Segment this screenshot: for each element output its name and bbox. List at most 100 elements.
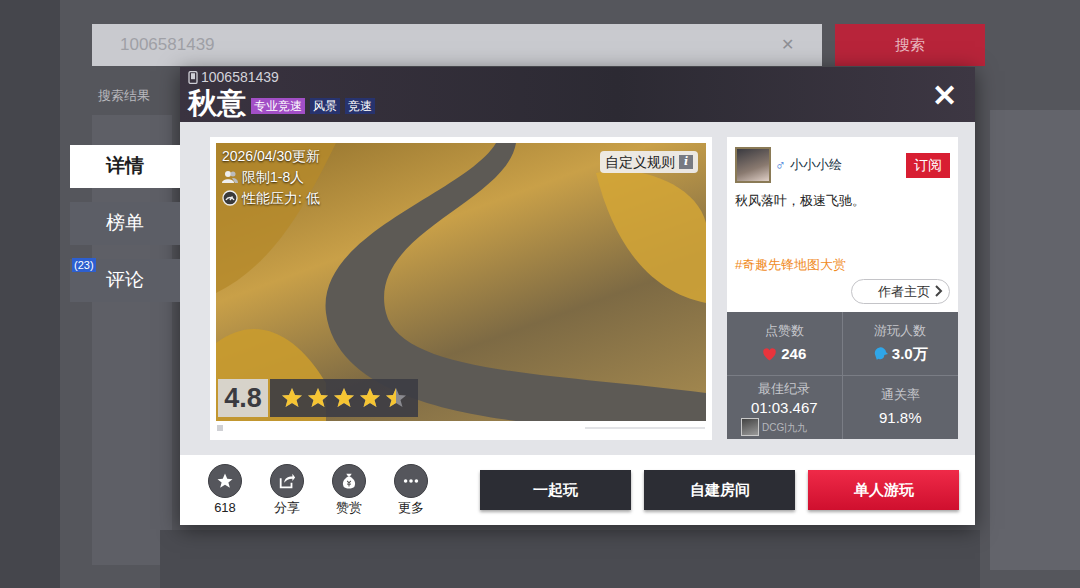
action-label[interactable]: 分享 (274, 500, 300, 516)
side-tab[interactable]: 评论 (23) (70, 259, 180, 302)
search-text[interactable]: 1006581439 (120, 32, 773, 58)
stars-box (270, 379, 418, 417)
best-record: 01:03.467 (751, 400, 818, 416)
author-avatar[interactable] (735, 147, 771, 183)
preview-strip (216, 421, 706, 434)
map-tag: 竞速 (345, 98, 375, 114)
button-label[interactable]: 自建房间 (690, 479, 750, 502)
likes-count: 246 (781, 343, 806, 366)
star-filled-icon (280, 386, 304, 410)
map-title: 秋意 (188, 86, 246, 120)
rating-box: 4.8 (218, 379, 418, 417)
map-tag: 风景 (310, 98, 340, 114)
stars-fill (280, 386, 396, 410)
map-detail-dialog: 1006581439秋意专业竞速风景竞速 ✕ 2026/04/30更新限制1-8人性… (180, 67, 975, 525)
side-tab[interactable]: 详情 (70, 145, 180, 188)
map-detail-window: 详情榜单评论 (23) 1006581439秋意专业竞速风景竞速 ✕ 2026/04/3… (70, 67, 975, 525)
stat-label: 点赞数 (765, 321, 804, 341)
stat-label: 最佳纪录 (758, 379, 810, 399)
action-more[interactable]: 更多 (393, 464, 429, 516)
action-icons: 618 分享 赞赏 更多 (207, 464, 429, 516)
search-button-label[interactable]: 搜索 (895, 34, 925, 57)
preview-info: 2026/04/30更新限制1-8人性能压力: 低 (222, 147, 320, 207)
phone-icon (188, 71, 198, 84)
gauge-icon (222, 190, 238, 206)
info-icon[interactable]: i (679, 155, 693, 169)
preview-frame: 2026/04/30更新限制1-8人性能压力: 低 自定义规则 i 4.8 (210, 137, 712, 440)
more-dots-icon (394, 464, 428, 498)
side-strip (0, 0, 60, 588)
star-filled-icon (384, 386, 396, 410)
author-homepage-label[interactable]: 作者主页 (878, 282, 930, 302)
author-card: ♂小小小绘订阅秋风落叶，极速飞驰。#奇趣先锋地图大赏作者主页点赞数246游玩人数… (727, 137, 958, 439)
stat-cell: 游玩人数3.0万 (843, 312, 959, 376)
map-id-row: 1006581439 (188, 67, 375, 85)
stats-panel: 点赞数246游玩人数3.0万最佳纪录01:03.467DCG|九九通关率91.8… (727, 312, 958, 439)
play-solo-button[interactable]: 单人游玩 (808, 470, 959, 510)
side-tab-label[interactable]: 详情 (106, 152, 144, 181)
people-icon (222, 170, 238, 184)
action-share[interactable]: 分享 (269, 464, 305, 516)
header-left: 1006581439秋意专业竞速风景竞速 (188, 67, 375, 120)
heart-icon (762, 347, 777, 361)
star-icon (208, 464, 242, 498)
strip-mark (217, 425, 223, 431)
star-filled-icon (358, 386, 382, 410)
record-holder-avatar (741, 418, 759, 436)
map-id: 1006581439 (201, 70, 279, 85)
comment-count-badge: (23) (72, 258, 96, 272)
strip-line (585, 427, 705, 429)
search-button[interactable]: 搜索 (835, 24, 985, 66)
record-holder[interactable]: DCG|九九 (727, 418, 807, 436)
author-name[interactable]: 小小小绘 (790, 155, 903, 175)
action-star[interactable]: 618 (207, 464, 243, 516)
side-tab[interactable]: 榜单 (70, 202, 180, 245)
title-row: 秋意专业竞速风景竞速 (188, 86, 375, 120)
dialog-header: 1006581439秋意专业竞速风景竞速 ✕ (180, 67, 975, 122)
search-field[interactable]: 1006581439 ✕ (92, 24, 822, 66)
stat-cell: 最佳纪录01:03.467 DCG|九九 (727, 376, 843, 440)
players-count: 3.0万 (892, 343, 928, 366)
spacer (735, 211, 950, 256)
player-icon (873, 347, 888, 361)
star-filled-icon (332, 386, 356, 410)
stat-label: 通关率 (881, 385, 920, 405)
author-info: ♂小小小绘订阅秋风落叶，极速飞驰。#奇趣先锋地图大赏作者主页 (727, 137, 958, 312)
side-tab-label[interactable]: 评论 (106, 266, 144, 295)
event-hashtag[interactable]: #奇趣先锋地图大赏 (735, 255, 950, 275)
map-tag: 专业竞速 (251, 98, 305, 114)
star-empty-icon (384, 386, 408, 410)
rating-number-box: 4.8 (218, 379, 268, 417)
custom-rules-label[interactable]: 自定义规则 (605, 153, 675, 171)
action-reward[interactable]: 赞赏 (331, 464, 367, 516)
players-value: 3.0万 (873, 343, 928, 366)
action-buttons: 一起玩 自建房间 单人游玩 (480, 470, 959, 510)
action-label[interactable]: 618 (214, 500, 236, 516)
clear-icon[interactable]: ✕ (781, 33, 794, 57)
update-date: 2026/04/30更新 (222, 147, 320, 165)
chevron-right-icon (934, 284, 943, 298)
action-label[interactable]: 赞赏 (336, 500, 362, 516)
gender-icon: ♂ (775, 155, 786, 176)
pass-rate: 91.8% (879, 407, 922, 430)
custom-rules-button[interactable]: 自定义规则 i (600, 151, 698, 173)
stat-cell: 通关率91.8% (843, 376, 959, 440)
play-button[interactable]: 一起玩 (480, 470, 631, 510)
button-label[interactable]: 一起玩 (533, 479, 578, 502)
subscribe-button[interactable]: 订阅 (906, 153, 950, 178)
stat-cell: 点赞数246 (727, 312, 843, 376)
action-label[interactable]: 更多 (398, 500, 424, 516)
side-tab-label[interactable]: 榜单 (106, 209, 144, 238)
star-filled-icon (306, 386, 330, 410)
share-icon (270, 464, 304, 498)
dialog-body: 2026/04/30更新限制1-8人性能压力: 低 自定义规则 i 4.8 ♂小小小绘订… (180, 122, 975, 455)
stat-label: 游玩人数 (874, 321, 926, 341)
author-homepage-button[interactable]: 作者主页 (851, 279, 950, 305)
result-row (160, 530, 980, 588)
play-button[interactable]: 自建房间 (644, 470, 795, 510)
record-holder-name[interactable]: DCG|九九 (762, 420, 807, 435)
close-button[interactable]: ✕ (932, 81, 957, 111)
button-label[interactable]: 单人游玩 (854, 479, 914, 502)
stars-track (280, 386, 408, 410)
players-row: 限制1-8人 (222, 168, 320, 186)
